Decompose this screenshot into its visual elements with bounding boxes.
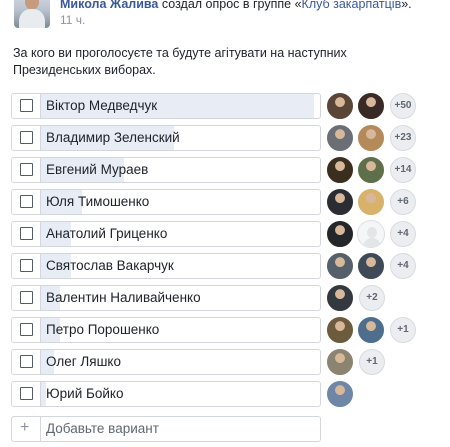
group-link[interactable]: Клуб закарпатців	[302, 0, 402, 11]
voter-avatar[interactable]	[326, 92, 354, 120]
more-voters-count[interactable]: +14	[390, 157, 416, 183]
voter-avatar[interactable]	[326, 156, 354, 184]
checkbox[interactable]	[20, 131, 33, 144]
checkbox[interactable]	[20, 227, 33, 240]
option-checkbox-cell[interactable]	[12, 94, 41, 118]
voter-faces	[326, 380, 446, 410]
voter-avatar[interactable]	[326, 220, 354, 248]
checkbox[interactable]	[20, 259, 33, 272]
option-label: Святослав Вакарчук	[46, 258, 174, 273]
add-option-plus-cell: +	[12, 417, 41, 441]
more-voters-count[interactable]: +1	[359, 349, 385, 375]
voter-faces: +14	[326, 156, 446, 186]
post-timestamp[interactable]: 11 ч.	[60, 13, 85, 27]
checkbox[interactable]	[20, 355, 33, 368]
poll-question: За кого ви проголосуєте та будуте агітув…	[13, 46, 347, 77]
option-label: Віктор Медведчук	[46, 98, 158, 113]
option-checkbox-cell[interactable]	[12, 254, 41, 278]
post-header-line: Микола Жалива создал опрос в группе «Клу…	[60, 0, 412, 11]
checkbox[interactable]	[20, 323, 33, 336]
poll-option[interactable]: Евгений Мураев	[11, 157, 321, 183]
voter-faces: +50	[326, 92, 446, 122]
option-label: Петро Порошенко	[46, 322, 160, 337]
voter-avatar[interactable]	[357, 252, 385, 280]
voter-faces: +6	[326, 188, 446, 218]
poll-option[interactable]: Юля Тимошенко	[11, 189, 321, 215]
poll-option[interactable]: Юрий Бойко	[11, 381, 321, 407]
default-avatar-body	[363, 238, 381, 247]
option-checkbox-cell[interactable]	[12, 350, 41, 374]
voter-avatar[interactable]	[357, 124, 385, 152]
option-label: Владимир Зеленский	[46, 130, 180, 145]
option-checkbox-cell[interactable]	[12, 222, 41, 246]
option-label: Евгений Мураев	[46, 162, 149, 177]
voter-faces: +2	[326, 284, 446, 314]
more-voters-count[interactable]: +1	[390, 317, 416, 343]
option-checkbox-cell[interactable]	[12, 126, 41, 150]
voter-faces: +1	[326, 348, 446, 378]
more-voters-count[interactable]: +23	[390, 125, 416, 151]
voter-avatar[interactable]	[326, 316, 354, 344]
voter-avatar[interactable]	[326, 252, 354, 280]
author-avatar[interactable]	[14, 0, 50, 28]
checkbox[interactable]	[20, 195, 33, 208]
option-label: Валентин Наливайченко	[46, 290, 201, 305]
more-voters-count[interactable]: +4	[390, 221, 416, 247]
checkbox[interactable]	[20, 163, 33, 176]
add-option-placeholder: Добавьте вариант	[46, 421, 159, 436]
voter-avatar[interactable]	[326, 284, 354, 312]
post-header: Микола Жалива создал опрос в группе «Клу…	[0, 0, 450, 36]
voter-faces: +4	[326, 220, 446, 250]
option-label: Анатолий Гриценко	[46, 226, 168, 241]
checkbox[interactable]	[20, 387, 33, 400]
poll-option[interactable]: Олег Ляшко	[11, 349, 321, 375]
more-voters-count[interactable]: +2	[359, 285, 385, 311]
voter-avatar[interactable]	[357, 220, 385, 248]
avatar-body	[19, 9, 45, 28]
more-voters-count[interactable]: +50	[390, 93, 416, 119]
option-label: Олег Ляшко	[46, 354, 121, 369]
add-option-field[interactable]: + Добавьте вариант	[11, 416, 321, 442]
poll-option[interactable]: Віктор Медведчук	[11, 93, 321, 119]
more-voters-count[interactable]: +4	[390, 253, 416, 279]
voter-faces: +1	[326, 316, 446, 346]
plus-icon: +	[20, 419, 30, 436]
option-label: Юрий Бойко	[46, 386, 124, 401]
option-checkbox-cell[interactable]	[12, 190, 41, 214]
option-label: Юля Тимошенко	[46, 194, 150, 209]
poll-option[interactable]: Валентин Наливайченко	[11, 285, 321, 311]
poll-option[interactable]: Петро Порошенко	[11, 317, 321, 343]
default-avatar-head	[367, 227, 377, 238]
voter-avatar[interactable]	[357, 92, 385, 120]
author-name-link[interactable]: Микола Жалива	[60, 0, 158, 11]
more-voters-count[interactable]: +6	[390, 189, 416, 215]
option-checkbox-cell[interactable]	[12, 318, 41, 342]
voter-avatar[interactable]	[326, 380, 354, 408]
voter-avatar[interactable]	[326, 348, 354, 376]
voter-avatar[interactable]	[357, 188, 385, 216]
voter-avatar[interactable]	[326, 188, 354, 216]
voter-avatar[interactable]	[326, 124, 354, 152]
voter-avatar[interactable]	[357, 156, 385, 184]
voter-avatar[interactable]	[357, 316, 385, 344]
checkbox[interactable]	[20, 291, 33, 304]
option-checkbox-cell[interactable]	[12, 158, 41, 182]
voter-faces: +4	[326, 252, 446, 282]
action-text: создал опрос в группе «	[158, 0, 302, 11]
action-end-text: ».	[401, 0, 412, 11]
poll-option[interactable]: Владимир Зеленский	[11, 125, 321, 151]
option-checkbox-cell[interactable]	[12, 286, 41, 310]
poll-option[interactable]: Анатолий Гриценко	[11, 221, 321, 247]
poll-option[interactable]: Святослав Вакарчук	[11, 253, 321, 279]
checkbox[interactable]	[20, 99, 33, 112]
voter-faces: +23	[326, 124, 446, 154]
option-checkbox-cell[interactable]	[12, 382, 41, 406]
